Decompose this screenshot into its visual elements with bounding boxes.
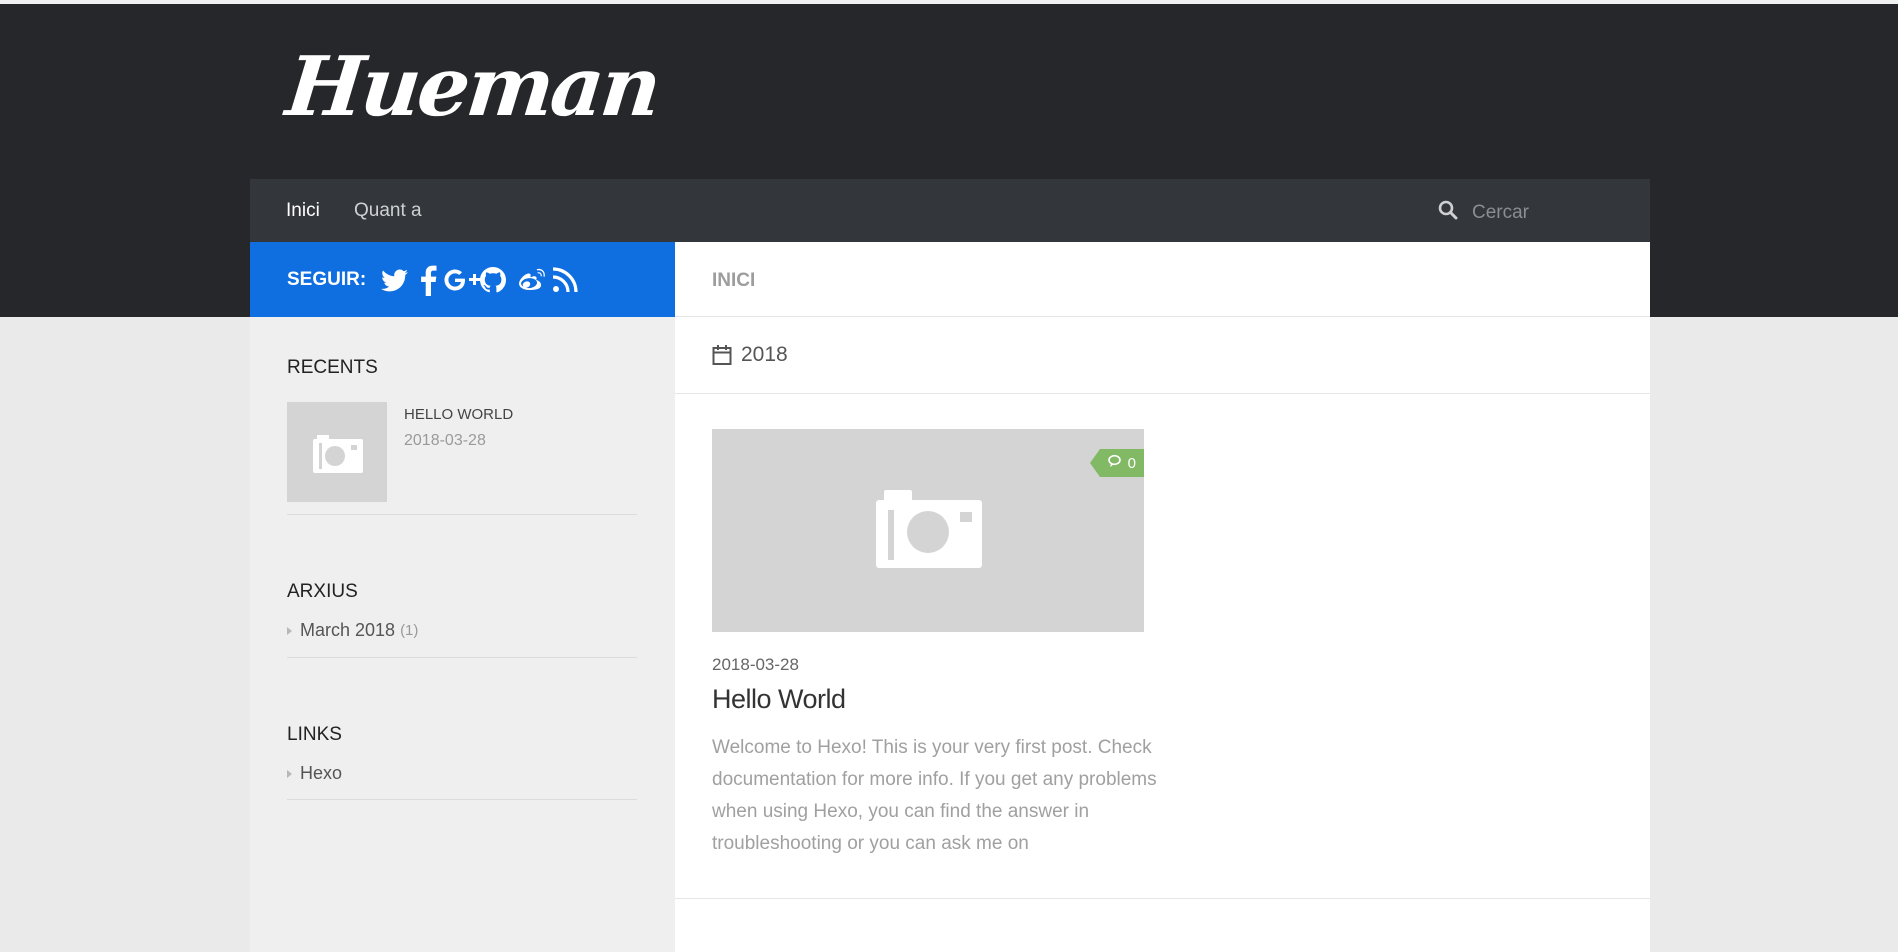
post-date: 2018-03-28	[712, 655, 799, 674]
post-excerpt: Welcome to Hexo! This is your very first…	[712, 737, 1157, 854]
post-thumbnail[interactable]: 0	[712, 429, 1144, 632]
widget-divider	[287, 657, 637, 658]
archive-item-count: (1)	[400, 622, 419, 639]
comments-icon	[1107, 454, 1124, 472]
search-input[interactable]	[1472, 201, 1562, 224]
github-icon[interactable]	[478, 264, 510, 296]
archive-year: 2018	[741, 343, 788, 366]
page-title-bar: INICI	[675, 242, 1650, 317]
post-divider	[675, 898, 1650, 899]
main-nav: Inici Quant a	[250, 179, 1650, 242]
widget-divider	[287, 799, 637, 800]
widget-divider	[287, 514, 637, 515]
comment-count: 0	[1127, 454, 1136, 472]
post-title[interactable]: Hello World	[712, 684, 846, 715]
archive-item-label[interactable]: March 2018	[300, 620, 395, 641]
links-title: LINKS	[287, 724, 342, 745]
link-item[interactable]: Hexo	[287, 763, 342, 784]
weibo-icon[interactable]	[516, 264, 548, 296]
recent-post-thumbnail[interactable]	[287, 402, 387, 502]
calendar-icon	[712, 344, 732, 371]
camera-icon	[874, 486, 984, 575]
recent-post-date: 2018-03-28	[404, 432, 486, 449]
comment-count-badge[interactable]: 0	[1089, 449, 1144, 477]
follow-label: SEGUIR:	[287, 269, 367, 290]
recents-title: RECENTS	[287, 357, 378, 378]
link-item-label[interactable]: Hexo	[300, 763, 342, 784]
page-title: INICI	[712, 270, 756, 291]
twitter-icon[interactable]	[380, 264, 412, 296]
search-box	[1438, 200, 1562, 225]
follow-bar: SEGUIR:	[250, 242, 675, 317]
nav-item-quant-a[interactable]: Quant a	[354, 200, 422, 222]
site-logo[interactable]: Hueman	[282, 39, 663, 135]
bullet-arrow-icon	[287, 626, 292, 635]
search-icon[interactable]	[1438, 200, 1458, 225]
archives-title: ARXIUS	[287, 581, 358, 602]
camera-icon	[311, 427, 365, 480]
bullet-arrow-icon	[287, 769, 292, 778]
main-content: INICI 2018 0 2018-03-28 Hello World Welc…	[675, 242, 1650, 952]
archive-item[interactable]: March 2018 (1)	[287, 620, 418, 641]
nav-item-inici[interactable]: Inici	[286, 200, 320, 222]
rss-icon[interactable]	[552, 264, 584, 296]
recent-post-title[interactable]: HELLO WORLD	[404, 406, 513, 423]
archive-heading: 2018	[675, 317, 1650, 394]
